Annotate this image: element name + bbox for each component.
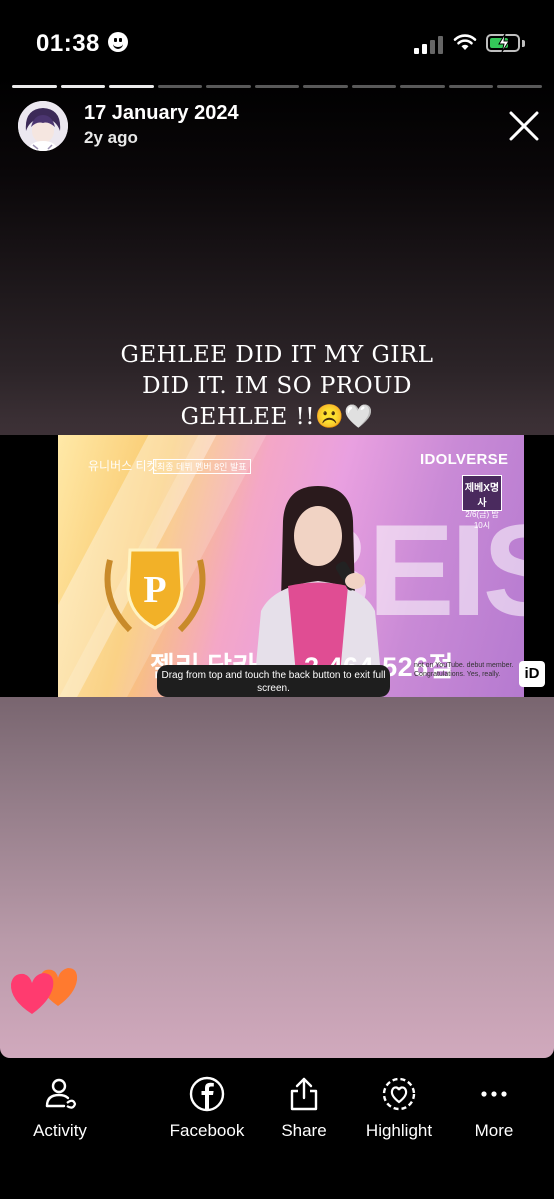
status-bar: 01:38 [0, 0, 554, 80]
status-time: 01:38 [36, 30, 100, 57]
avatar-image [18, 101, 68, 151]
video-show-sublabel: 최종 데뷔 멤버 8인 발표 [153, 459, 251, 474]
highlight-icon [382, 1077, 416, 1111]
facebook-label: Facebook [169, 1121, 245, 1140]
progress-segment [497, 85, 543, 88]
progress-segment [400, 85, 445, 88]
highlight-button[interactable]: Highlight [349, 1076, 449, 1141]
story-viewer[interactable]: 17 January 2024 2y ago GEHLEE DID IT MY … [0, 76, 554, 1058]
story-date: 17 January 2024 [84, 102, 239, 124]
progress-segment [448, 85, 494, 88]
progress-segment [303, 85, 348, 88]
more-button[interactable]: More [444, 1076, 544, 1141]
bottom-action-bar: Activity Facebook Share Highlight More [0, 1058, 554, 1199]
share-button[interactable]: Share [254, 1076, 354, 1141]
crest-icon: P [104, 548, 206, 633]
facebook-icon [189, 1076, 225, 1112]
wifi-icon [453, 34, 477, 50]
progress-segment [60, 85, 106, 88]
progress-segment [351, 85, 397, 88]
story-age: 2y ago [84, 128, 138, 147]
activity-button[interactable]: Activity [10, 1076, 110, 1141]
video-screenshot: BEIS 유니버스 티켓 최종 데뷔 멤버 8인 발표 IDOLVERSE 제베… [58, 435, 524, 697]
activity-label: Activity [33, 1121, 87, 1140]
progress-segment [109, 85, 154, 88]
fullscreen-toast: Drag from top and touch the back button … [157, 665, 390, 697]
more-label: More [474, 1121, 514, 1140]
id-logo: iD [519, 661, 545, 687]
highlight-label: Highlight [365, 1121, 433, 1140]
progress-segment [206, 85, 251, 88]
story-caption: GEHLEE DID IT MY GIRL DID IT. IM SO PROU… [120, 342, 434, 430]
cellular-signal-icon [414, 34, 444, 54]
avatar[interactable] [18, 101, 68, 151]
more-icon [481, 1091, 507, 1097]
close-icon[interactable] [506, 108, 542, 144]
video-promo-title: 제베X명사 [464, 483, 500, 509]
video-brand: IDOLVERSE [420, 451, 509, 468]
facebook-button[interactable]: Facebook [157, 1076, 257, 1141]
heart-reaction-icon [10, 968, 78, 1014]
crest-letter: P [143, 569, 166, 611]
video-show-label: 유니버스 티켓 [88, 459, 158, 473]
share-label: Share [281, 1121, 327, 1140]
video-promo-subtitle: 2/6(금) 밤 10시 [465, 510, 499, 530]
video-note: not on YouTube. debut member. Congratula… [414, 662, 514, 678]
charging-bolt-icon [498, 33, 510, 53]
smiley-icon [108, 32, 128, 52]
activity-icon [45, 1078, 77, 1109]
progress-segment [254, 85, 300, 88]
progress-segment [12, 85, 57, 88]
video-frame[interactable]: BEIS 유니버스 티켓 최종 데뷔 멤버 8인 발표 IDOLVERSE 제베… [0, 435, 554, 697]
progress-segment [157, 85, 203, 88]
share-icon [290, 1077, 318, 1111]
story-progress-bar [12, 85, 543, 89]
video-promo-box: 제베X명사 2/6(금) 밤 10시 [462, 475, 502, 530]
